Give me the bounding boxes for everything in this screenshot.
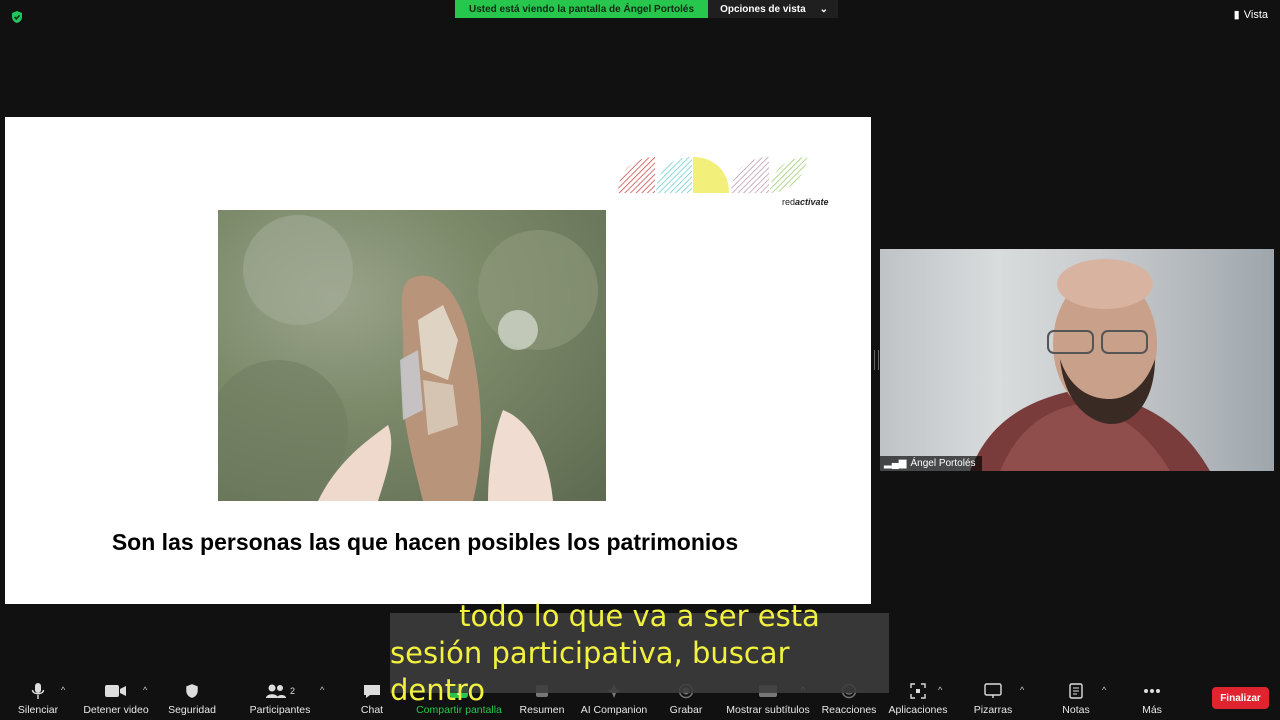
more-dots-icon — [1143, 682, 1161, 700]
mineral-photo — [218, 210, 606, 501]
apps-label: Aplicaciones — [888, 704, 948, 716]
slide-caption: Son las personas las que hacen posibles … — [111, 529, 739, 555]
mute-label: Silenciar — [17, 704, 59, 716]
signal-bars-icon: ▂▄▆ — [884, 458, 907, 469]
view-button-label: Vista — [1243, 8, 1268, 21]
participant-name: Ángel Portolés — [910, 458, 976, 469]
whiteboard-icon — [984, 682, 1002, 700]
redactivate-logo — [618, 157, 807, 193]
end-meeting-button[interactable]: Finalizar — [1212, 687, 1269, 709]
whiteboards-button[interactable]: Pizarras — [970, 682, 1016, 718]
chat-button[interactable]: Chat — [352, 682, 392, 718]
microphone-icon — [31, 682, 45, 700]
chat-bubble-icon — [363, 682, 381, 700]
participants-icon: 2 — [265, 682, 295, 700]
chevron-up-icon[interactable]: ^ — [1020, 685, 1024, 695]
participant-video[interactable]: ▂▄▆ Ángel Portolés — [880, 249, 1274, 471]
sharing-notice: Usted está viendo la pantalla de Ángel P… — [455, 0, 709, 18]
mute-button[interactable]: Silenciar — [14, 682, 62, 718]
notes-label: Notas — [1062, 704, 1090, 716]
participant-video-frame — [970, 259, 1210, 471]
video-camera-icon — [105, 682, 127, 700]
participants-label: Participantes — [249, 704, 311, 716]
mineral-photo-illustration — [218, 215, 598, 501]
chat-label: Chat — [360, 704, 384, 716]
apps-icon — [910, 682, 926, 700]
chevron-up-icon[interactable]: ^ — [143, 685, 147, 695]
more-button[interactable]: Más — [1138, 682, 1166, 718]
live-caption-box: todo lo que va a ser esta sesión partici… — [390, 599, 889, 707]
chevron-up-icon[interactable]: ^ — [320, 685, 324, 695]
caption-line-1: todo lo que va a ser esta — [459, 598, 820, 633]
participants-button[interactable]: 2 Participantes — [248, 682, 312, 718]
shield-icon — [184, 682, 200, 700]
view-options-label: Opciones de vista — [720, 3, 806, 15]
participants-count: 2 — [289, 686, 295, 696]
chevron-up-icon[interactable]: ^ — [61, 685, 65, 695]
logo-wordmark: redactivate — [782, 197, 829, 207]
stop-video-label: Detener video — [83, 704, 149, 716]
more-label: Más — [1142, 704, 1162, 716]
view-layout-icon: ▮ — [1233, 9, 1240, 21]
chevron-up-icon[interactable]: ^ — [938, 685, 942, 695]
shared-screen: redactivate Son las personas las que hac… — [5, 117, 871, 604]
participant-name-tag: ▂▄▆ Ángel Portolés — [880, 456, 982, 471]
notes-button[interactable]: Notas — [1058, 682, 1094, 718]
chevron-up-icon[interactable]: ^ — [1102, 685, 1106, 695]
notes-icon — [1069, 682, 1083, 700]
screen-share-banner: Usted está viendo la pantalla de Ángel P… — [455, 0, 839, 18]
logo-prefix: red — [782, 197, 796, 207]
caption-line-2: sesión participativa, buscar dentro — [390, 635, 790, 707]
chevron-down-icon: ⌄ — [819, 3, 829, 15]
logo-bold: activate — [795, 197, 829, 207]
security-label: Seguridad — [168, 704, 216, 716]
security-button[interactable]: Seguridad — [166, 682, 218, 718]
panel-resize-handle[interactable] — [874, 350, 879, 370]
view-button[interactable]: ▮ Vista — [1233, 8, 1268, 22]
whiteboards-label: Pizarras — [973, 704, 1013, 716]
view-options-button[interactable]: Opciones de vista ⌄ — [708, 0, 839, 18]
stop-video-button[interactable]: Detener video — [82, 682, 150, 718]
security-shield-icon — [12, 11, 22, 23]
